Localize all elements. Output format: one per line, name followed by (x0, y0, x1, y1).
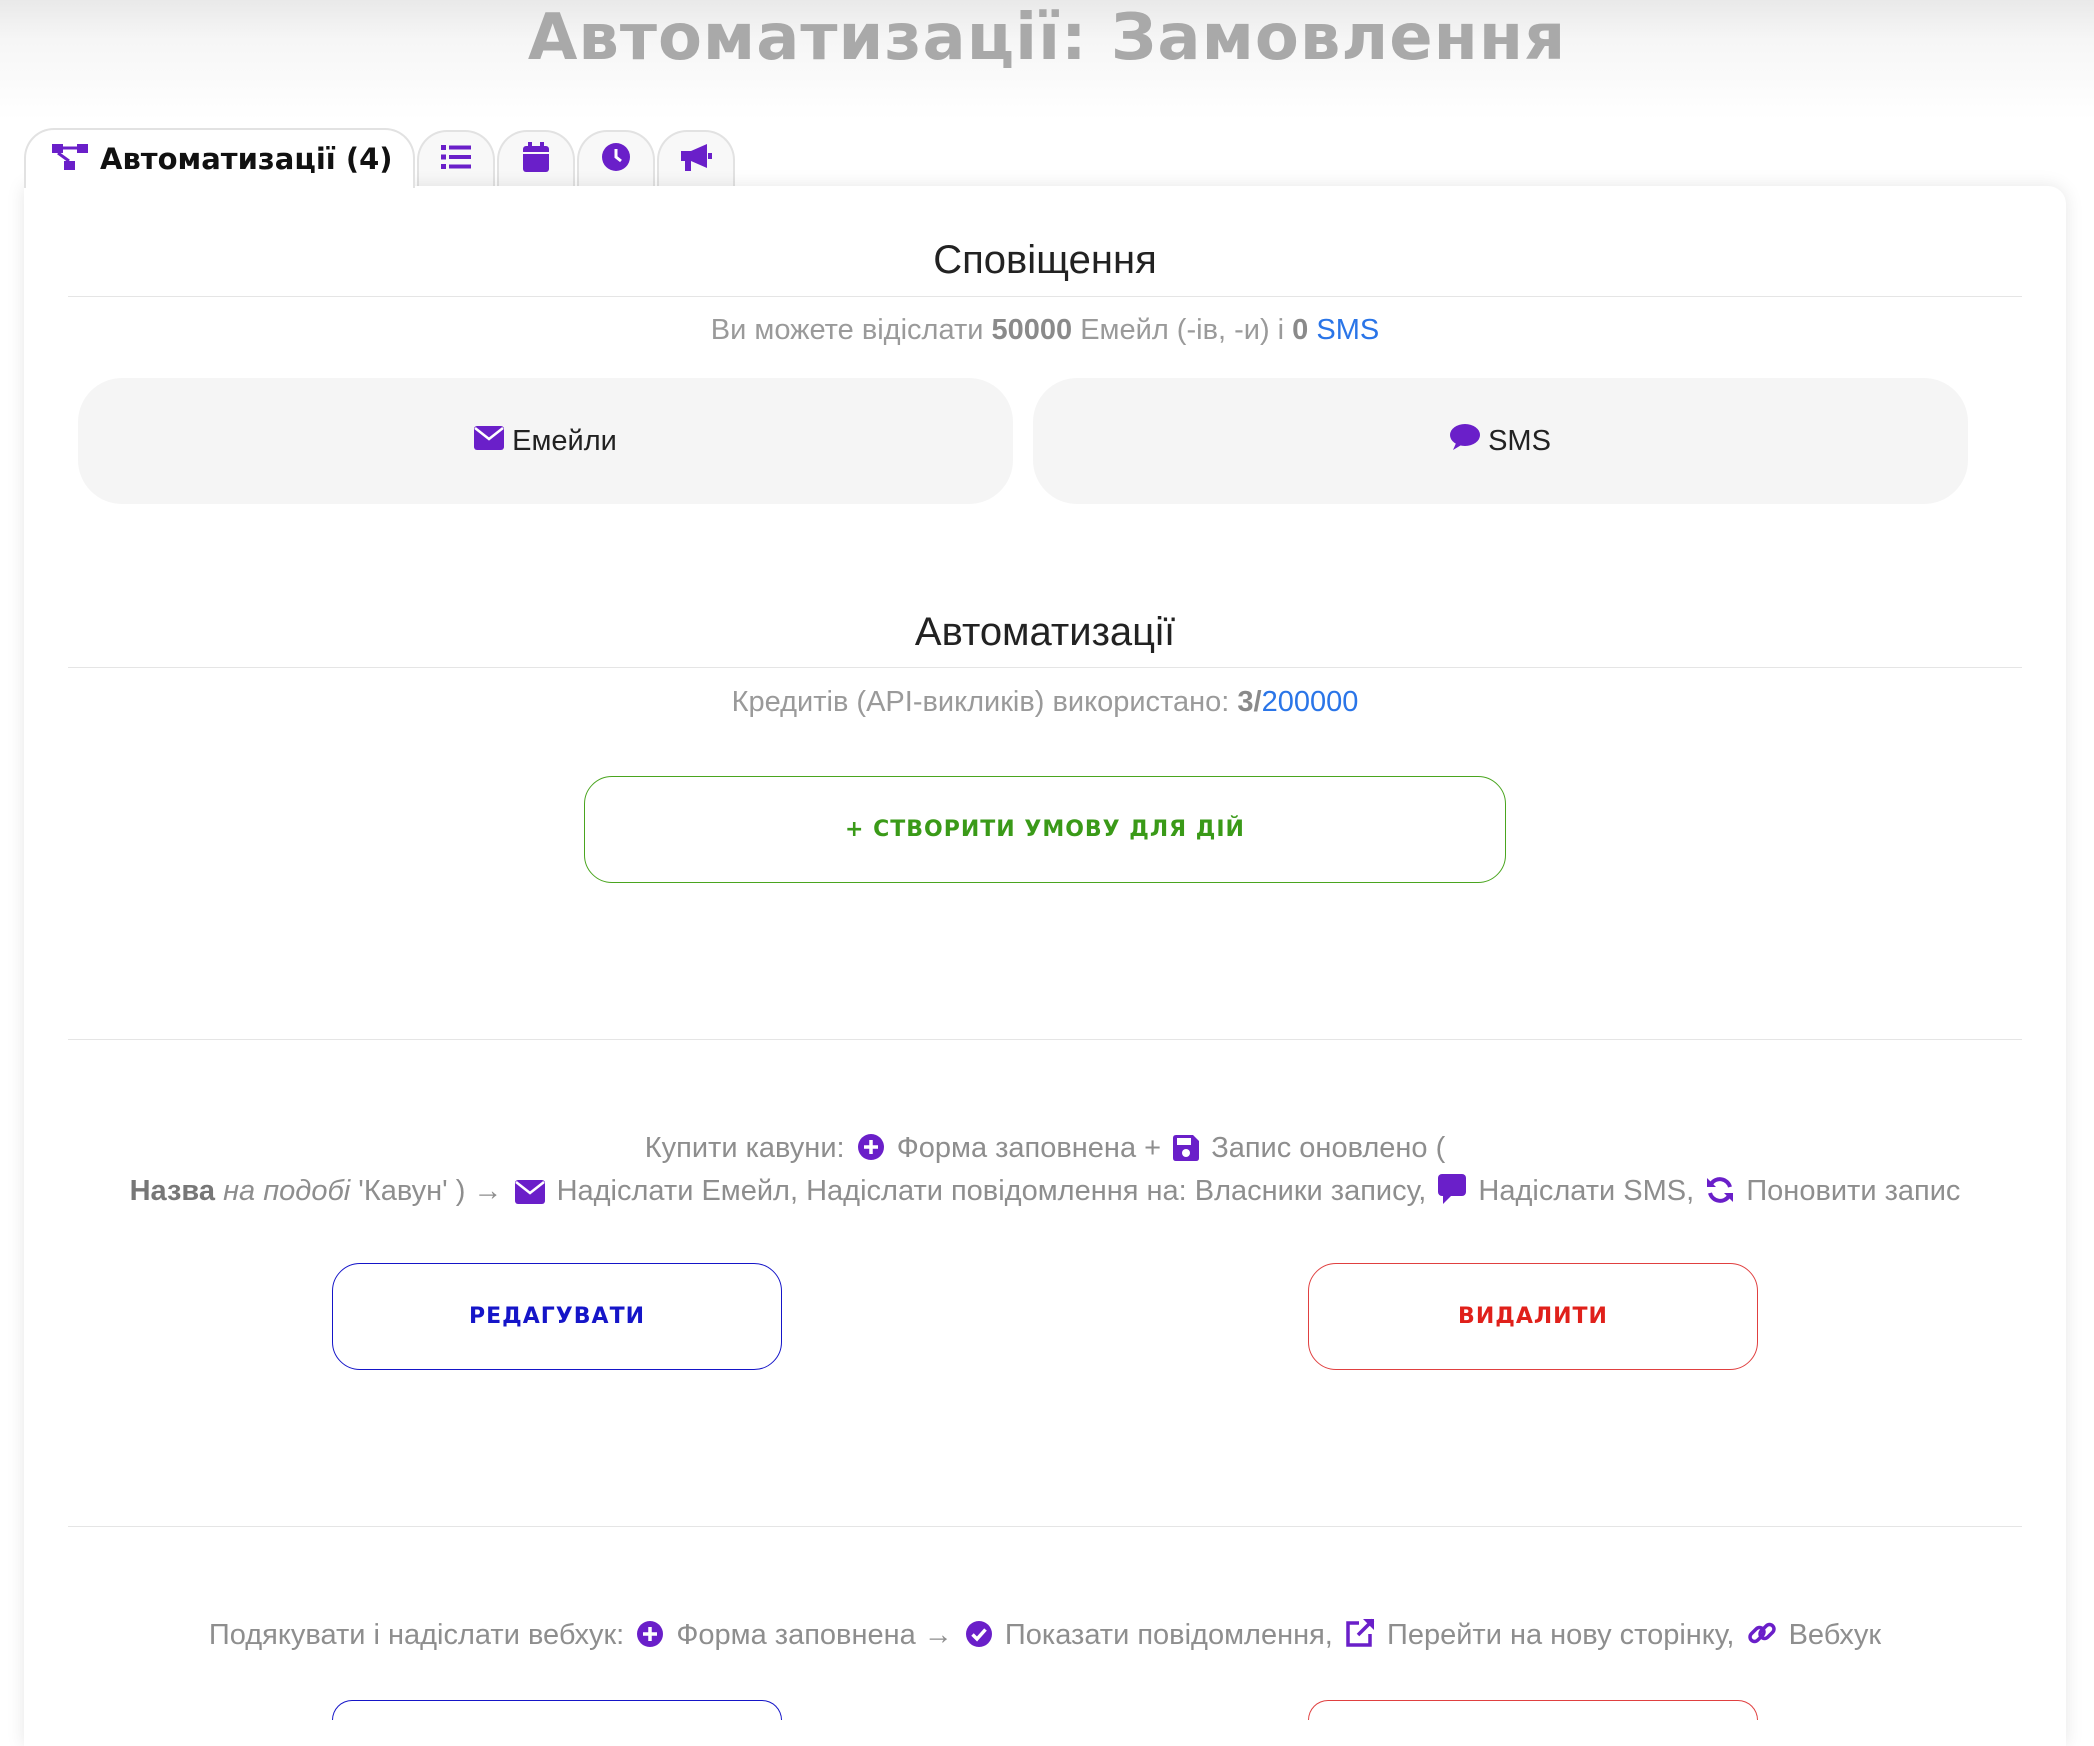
tab-schedule[interactable] (576, 130, 655, 186)
divider (68, 667, 2022, 668)
tab-automations[interactable]: Автоматизації (4) (24, 128, 415, 188)
clock-icon (601, 142, 631, 177)
tab-bar: Автоматизації (4) (24, 128, 737, 188)
page-title: Автоматизації: Замовлення (527, 1, 1567, 75)
condition-operator: на подобі (223, 1175, 351, 1207)
tab-list[interactable] (416, 130, 495, 186)
rule-trigger: Форма заповнена + (896, 1132, 1162, 1164)
automation-rule-1-line-1: Купити кавуни: Форма заповнена + Запис о… (68, 1132, 2022, 1169)
sms-count: 0 (1292, 314, 1309, 346)
calendar-icon (522, 141, 549, 177)
comment-icon (1450, 423, 1488, 459)
envelope-icon (474, 425, 512, 458)
emails-button-label: Емейли (512, 424, 617, 457)
automation-rule-2-line-1: Подякувати і надіслати вебхук: Форма зап… (68, 1618, 2022, 1656)
edit-rule-button[interactable] (332, 1700, 782, 1720)
quota-mid: Емейл (-ів, -и) і (1080, 314, 1285, 346)
delete-rule-button[interactable] (1308, 1700, 1758, 1720)
rule-name: Купити кавуни: (644, 1132, 845, 1164)
list-icon (440, 144, 471, 175)
tab-automations-label: Автоматизації (4) (100, 142, 393, 176)
save-icon (1173, 1135, 1200, 1169)
email-count: 50000 (991, 314, 1073, 346)
tab-campaigns[interactable] (656, 130, 735, 186)
rule-action: Надіслати SMS, (1478, 1175, 1695, 1207)
credits-total: 200000 (1261, 686, 1359, 718)
sms-button[interactable]: SMS (1033, 378, 1968, 504)
emails-button[interactable]: Емейли (78, 378, 1013, 504)
rule-action: Показати повідомлення, (1004, 1619, 1333, 1651)
edit-rule-button[interactable]: РЕДАГУВАТИ (332, 1263, 782, 1370)
rule-action: Поновити запис (1746, 1175, 1961, 1207)
create-condition-button[interactable]: + СТВОРИТИ УМОВУ ДЛЯ ДІЙ (584, 776, 1506, 883)
sms-button-label: SMS (1488, 424, 1551, 457)
condition-field: Назва (129, 1175, 215, 1207)
comment-alt-icon (1438, 1174, 1467, 1212)
plus-circle-icon (857, 1133, 885, 1169)
sms-link[interactable]: SMS (1316, 314, 1379, 346)
quota-prefix: Ви можете відіслати (710, 314, 984, 346)
bullhorn-icon (679, 142, 713, 177)
rule-action: Вебхук (1788, 1619, 1882, 1651)
rule-trigger: Форма заповнена → (676, 1619, 953, 1651)
rule-trigger: Запис оновлено ( (1211, 1132, 1446, 1164)
envelope-icon (514, 1179, 545, 1212)
divider (68, 296, 2022, 297)
rule-action: Надіслати Емейл, Надіслати повідомлення … (556, 1175, 1427, 1207)
external-link-icon (1345, 1618, 1375, 1656)
delete-rule-button[interactable]: ВИДАЛИТИ (1308, 1263, 1758, 1370)
rule-name: Подякувати і надіслати вебхук: (208, 1619, 625, 1651)
tab-calendar[interactable] (496, 130, 575, 186)
rule-action: Перейти на нову сторінку, (1386, 1619, 1735, 1651)
check-circle-icon (965, 1620, 993, 1656)
divider (68, 1526, 2022, 1527)
automation-rule-1-line-2: Назва на подобі 'Кавун' ) → Надіслати Ем… (68, 1174, 2022, 1212)
sync-icon (1706, 1176, 1734, 1212)
plus-circle-icon (636, 1620, 664, 1656)
credits-usage: Кредитів (API-викликів) використано: 3/2… (68, 686, 2022, 719)
link-icon (1747, 1618, 1777, 1656)
automations-title: Автоматизації (914, 610, 1176, 654)
notifications-title: Сповіщення (933, 238, 1157, 282)
condition-value: 'Кавун' ) → (358, 1175, 503, 1207)
divider (68, 1039, 2022, 1040)
credits-label: Кредитів (API-викликів) використано: (731, 686, 1230, 718)
notifications-quota: Ви можете відіслати 50000 Емейл (-ів, -и… (68, 314, 2022, 347)
sitemap-icon (50, 140, 90, 179)
credits-used: 3/ (1237, 686, 1262, 718)
